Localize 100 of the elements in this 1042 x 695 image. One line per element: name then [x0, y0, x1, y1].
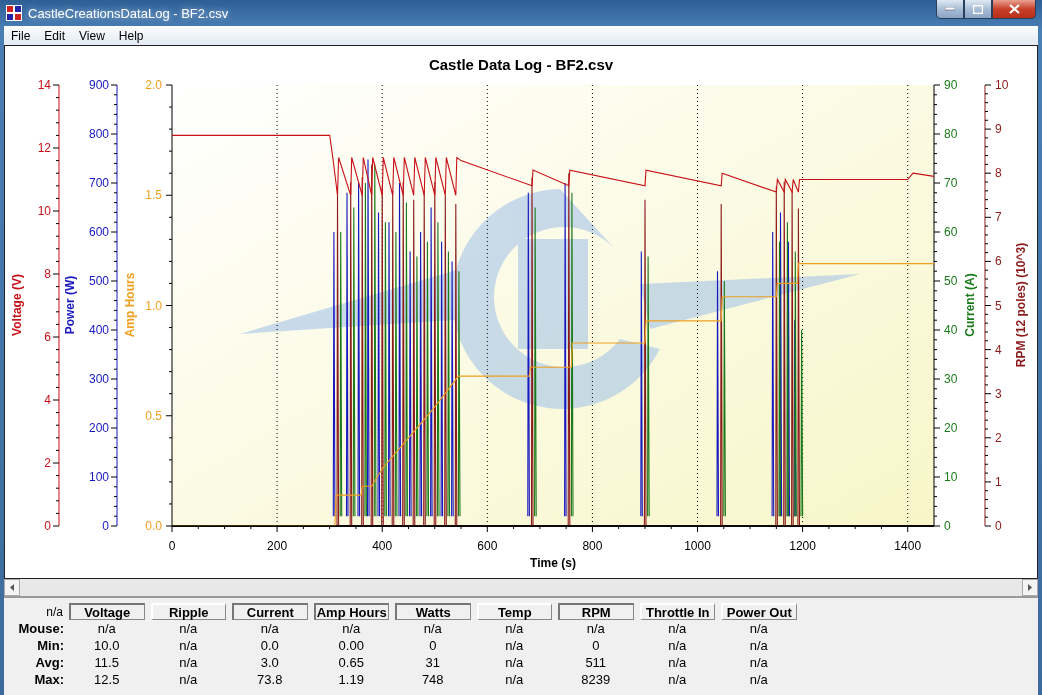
axis-tick-label: 1: [995, 474, 1002, 489]
axis-tick-label: 4: [995, 342, 1002, 357]
axis-tick-label: 2: [44, 456, 51, 470]
axis-tick-label: 9: [995, 122, 1002, 137]
axis-title: RPM (12 poles) (10^3): [1014, 242, 1028, 368]
axis-tick-label: 0: [944, 519, 951, 533]
maximize-icon: [973, 4, 983, 14]
axis-tick-label: 7: [995, 210, 1002, 225]
axis-tick-label: 4: [44, 393, 51, 407]
axis-tick-label: 40: [944, 323, 958, 337]
column-toggle[interactable]: Amp Hours: [313, 603, 389, 620]
axis-tick-label: 6: [995, 254, 1002, 269]
table-cell-text: n/a: [667, 655, 688, 670]
table-cell-text: n/a: [748, 621, 769, 636]
axis-title: Power (W): [63, 275, 77, 335]
column-toggle[interactable]: RPM: [558, 603, 634, 620]
close-icon: [1008, 4, 1020, 14]
axis-tick-label: 900: [88, 78, 109, 92]
table-cell-text: 31: [424, 655, 441, 670]
axis-tick-label: 0: [44, 519, 51, 533]
app-logo-icon: [6, 5, 22, 21]
column-toggle[interactable]: Ripple: [150, 603, 226, 620]
table-cell-text: 10.0: [93, 638, 121, 653]
table-cell-text: 0.00: [337, 638, 365, 653]
axis-tick-label: 10: [995, 78, 1009, 92]
corner-label: n/a: [45, 604, 64, 619]
table-cell-text: 3.0: [259, 655, 280, 670]
column-toggle[interactable]: Temp: [476, 603, 552, 620]
scroll-left-button[interactable]: [4, 579, 20, 596]
table-cell-text: 0.0: [259, 638, 280, 653]
scroll-right-button[interactable]: [1022, 579, 1038, 596]
row-label: Max:: [33, 672, 65, 687]
axis-tick-label: 400: [372, 539, 393, 553]
table-cell-text: n/a: [178, 621, 199, 636]
axis-tick-label: 50: [944, 274, 958, 288]
row-label: Mouse:: [17, 621, 65, 636]
table-cell-text: 0: [591, 638, 601, 653]
axis-tick-label: 30: [944, 372, 958, 386]
axis-tick-label: 1400: [894, 539, 922, 553]
column-toggle[interactable]: Current: [232, 603, 308, 620]
left-arrow-icon: [10, 584, 14, 591]
menu-item[interactable]: View: [72, 28, 112, 43]
row-label: Avg:: [34, 655, 65, 670]
axis-tick-label: 2: [995, 430, 1002, 445]
axis-tick-label: 100: [88, 470, 109, 484]
menu-item[interactable]: Help: [111, 28, 151, 43]
chart-title: Castle Data Log - BF2.csv: [428, 56, 614, 73]
axis-tick-label: 600: [477, 539, 498, 553]
table-cell-text: n/a: [422, 621, 443, 636]
table-cell-text: n/a: [748, 638, 769, 653]
axis-tick-label: 10: [37, 204, 51, 218]
table-cell-text: 511: [584, 655, 608, 670]
menu-item[interactable]: Edit: [37, 28, 73, 43]
axis-tick-label: 0.0: [145, 519, 162, 533]
table-cell-text: n/a: [667, 621, 688, 636]
axis-tick-label: 3: [995, 386, 1002, 401]
menu-item[interactable]: File: [4, 28, 38, 43]
maximize-button[interactable]: [964, 0, 992, 19]
table-cell-text: n/a: [178, 672, 199, 687]
table-cell-text: n/a: [504, 638, 525, 653]
axis-tick-label: 10: [944, 470, 958, 484]
axis-tick-label: 0: [102, 519, 109, 533]
axis-tick-label: 5: [995, 298, 1002, 313]
axis-tick-label: 12: [37, 141, 51, 155]
column-toggle[interactable]: Watts: [395, 603, 471, 620]
table-cell-text: n/a: [748, 672, 769, 687]
axis-tick-label: 0: [995, 519, 1002, 533]
axis-tick-label: 1.0: [145, 298, 162, 313]
axis-tick-label: 200: [267, 539, 288, 553]
column-toggle[interactable]: Voltage: [69, 603, 145, 620]
table-cell-text: n/a: [504, 621, 525, 636]
table-cell-text: 73.8: [256, 672, 284, 687]
axis-tick-label: 8: [44, 267, 51, 281]
axis-tick-label: 2.0: [145, 78, 162, 92]
axis-title: Amp Hours: [123, 272, 137, 338]
table-cell-text: n/a: [259, 621, 280, 636]
axis-title: Current (A): [963, 273, 977, 337]
close-button[interactable]: [992, 0, 1036, 19]
minimize-button[interactable]: [936, 0, 964, 19]
table-cell-text: n/a: [667, 672, 688, 687]
table-cell-text: n/a: [178, 655, 199, 670]
axis-tick-label: 700: [88, 176, 109, 190]
column-toggle[interactable]: Throttle In: [639, 603, 715, 620]
table-cell-text: n/a: [667, 638, 688, 653]
table-cell-text: n/a: [748, 655, 769, 670]
axis-tick-label: 80: [944, 127, 958, 141]
horizontal-scrollbar[interactable]: [4, 579, 1038, 597]
column-toggle[interactable]: Power Out: [721, 603, 797, 620]
axis-title: Voltage (V): [10, 274, 24, 336]
table-cell-text: 0: [428, 638, 438, 653]
axis-tick-label: 0.5: [145, 408, 162, 423]
row-label: Min:: [36, 638, 65, 653]
axis-tick-label: 500: [88, 274, 109, 288]
table-cell-text: 11.5: [93, 655, 120, 670]
axis-tick-label: 1.5: [145, 188, 162, 203]
axis-tick-label: 400: [88, 323, 109, 337]
table-cell-text: 12.5: [93, 672, 121, 687]
table-cell-text: n/a: [178, 638, 199, 653]
axis-tick-label: 800: [582, 539, 603, 553]
table-cell-text: n/a: [504, 655, 525, 670]
